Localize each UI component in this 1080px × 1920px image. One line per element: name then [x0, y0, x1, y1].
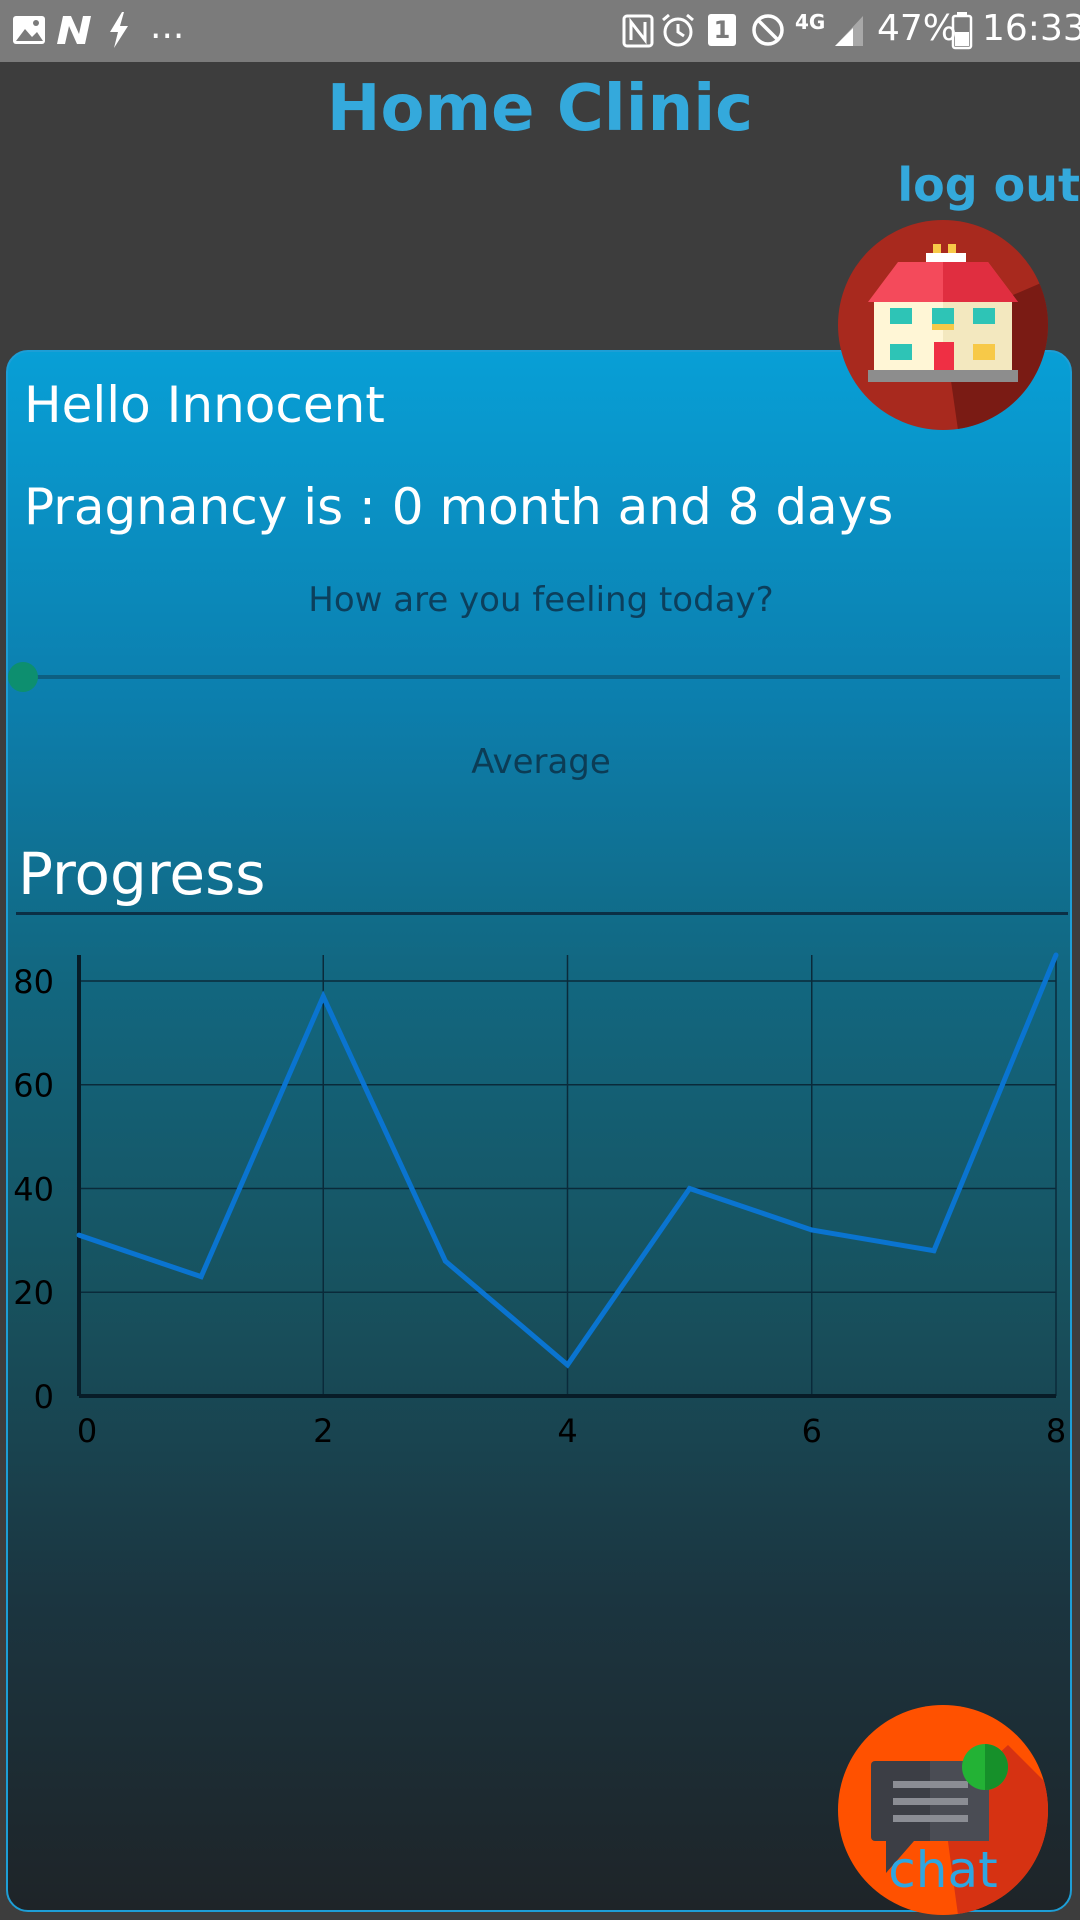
- chart-y-tick-label: 80: [13, 963, 54, 1001]
- battery-percent: 47%: [877, 8, 958, 49]
- chat-button[interactable]: chat: [838, 1705, 1048, 1915]
- notification-overflow: ...: [150, 6, 185, 47]
- chart-point: [931, 1248, 937, 1254]
- chart-point: [320, 994, 326, 1000]
- alarm-icon: [662, 13, 694, 47]
- chart-point: [442, 1258, 448, 1264]
- app-title: Home Clinic: [326, 72, 754, 146]
- chart-y-tick-label: 60: [13, 1067, 54, 1105]
- home-button[interactable]: [838, 220, 1048, 430]
- signal-icon: [835, 16, 863, 46]
- chat-label: chat: [888, 1841, 998, 1899]
- battery-icon: [951, 12, 973, 50]
- logout-button[interactable]: log out: [897, 158, 1080, 212]
- network-type: 4G: [795, 10, 826, 34]
- chart-point: [198, 1274, 204, 1280]
- house-icon: [868, 244, 1048, 430]
- flash-icon: [110, 12, 128, 48]
- chart-point: [565, 1362, 570, 1368]
- chart-x-tick-label: 6: [802, 1412, 822, 1450]
- nfc-icon: [622, 14, 654, 48]
- image-icon: [13, 16, 45, 44]
- chart-x-tick-label: 0: [77, 1412, 97, 1450]
- chart-point: [1053, 952, 1059, 958]
- do-not-disturb-icon: [752, 14, 784, 46]
- chart-y-tick-label: 40: [13, 1170, 54, 1208]
- chart-point: [76, 1232, 82, 1238]
- n-app-icon: [57, 16, 91, 44]
- chart-y-tick-label: 20: [13, 1274, 54, 1312]
- chart-point: [687, 1185, 693, 1191]
- sim-icon: 1: [708, 14, 736, 46]
- chart-point: [809, 1227, 815, 1233]
- chart-x-tick-label: 4: [557, 1412, 577, 1450]
- main-card: Hello Innocent Pragnancy is : 0 month an…: [6, 350, 1072, 1912]
- chart-x-tick-label: 2: [313, 1412, 333, 1450]
- chart-x-tick-label: 8: [1046, 1412, 1066, 1450]
- clock: 16:33: [982, 8, 1080, 49]
- chart-y-tick-label: 0: [34, 1378, 54, 1416]
- status-bar: ... 1 4G 47% 16:33: [0, 0, 1080, 62]
- progress-chart: 0 20 40 60 80 0 2 4 6 8: [13, 952, 1066, 1450]
